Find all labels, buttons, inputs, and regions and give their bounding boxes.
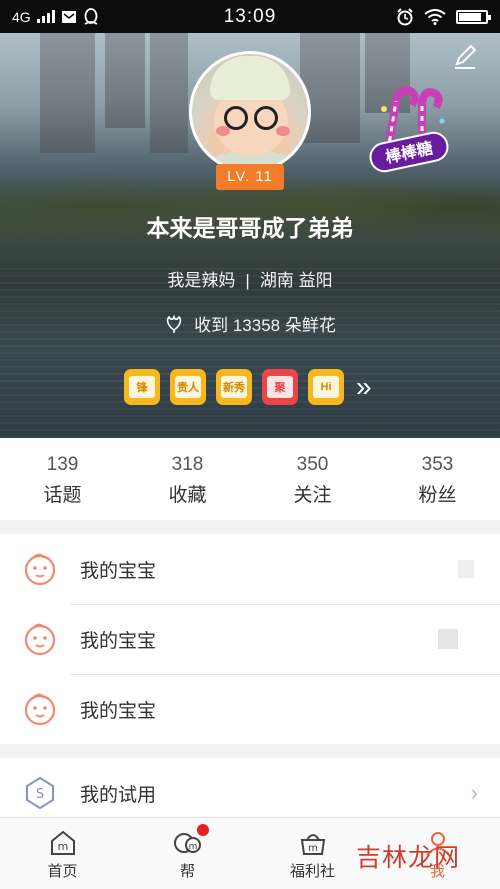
stat-label: 收藏 — [168, 485, 207, 506]
clock: 13:09 — [223, 5, 277, 27]
profile-header: LV. 11 棒棒糖 本来是哥哥成了弟弟 我是辣妈 | 湖南 益阳 收到 13358… — [0, 33, 500, 438]
background-building — [105, 33, 145, 128]
notification-dot — [197, 824, 209, 836]
baby-face-icon — [24, 553, 56, 586]
badge-guiren[interactable]: 贵人 — [170, 369, 206, 405]
flowers-received[interactable]: 收到 13358 朵鲜花 — [0, 311, 500, 336]
tab-label: 福利社 — [289, 863, 335, 880]
stat-count: 139 — [46, 454, 79, 475]
flowers-text: 收到 13358 朵鲜花 — [194, 316, 336, 335]
watermark: 吉林龙网 — [355, 843, 460, 872]
tab-label: 首页 — [47, 863, 78, 880]
list-item-label: 我的宝宝 — [80, 700, 157, 722]
list-item-label: 我的试用 — [80, 784, 157, 806]
row-marker — [458, 560, 474, 578]
qq-icon — [84, 7, 98, 25]
mail-icon — [61, 10, 76, 23]
list-item-baby[interactable]: 我的宝宝 — [0, 534, 500, 604]
avatar[interactable] — [189, 51, 311, 173]
stat-topics[interactable]: 139 话题 — [0, 438, 125, 520]
svg-text:m: m — [308, 843, 318, 854]
user-location: 湖南 益阳 — [259, 271, 333, 290]
tab-label: 帮 — [179, 863, 195, 880]
flower-icon — [166, 313, 182, 333]
stat-favorites[interactable]: 318 收藏 — [125, 438, 250, 520]
info-separator: | — [245, 271, 250, 290]
svg-text:S: S — [36, 787, 44, 802]
stat-label: 粉丝 — [418, 485, 457, 506]
tab-home[interactable]: m 首页 — [0, 818, 125, 889]
stat-followers[interactable]: 353 粉丝 — [375, 438, 500, 520]
stat-following[interactable]: 350 关注 — [250, 438, 375, 520]
level-badge: LV. 11 — [216, 164, 284, 190]
badge-ju[interactable]: 聚 — [262, 369, 298, 405]
list-item-baby[interactable]: 我的宝宝 — [0, 604, 500, 674]
stat-count: 353 — [421, 454, 454, 475]
badge-xinxiu[interactable]: 新秀 — [216, 369, 252, 405]
stat-label: 关注 — [293, 485, 332, 506]
list-item-label: 我的宝宝 — [80, 560, 157, 582]
svg-text:m: m — [188, 842, 197, 852]
badge-feng[interactable]: 锋 — [124, 369, 160, 405]
status-bar: 4G 13:09 — [0, 0, 500, 33]
edit-pencil-icon[interactable] — [450, 41, 480, 71]
network-type: 4G — [12, 8, 31, 25]
stat-count: 318 — [171, 454, 204, 475]
svg-text:m: m — [57, 840, 68, 853]
list-item-label: 我的宝宝 — [80, 630, 157, 652]
badge-hi[interactable]: Hi — [308, 369, 344, 405]
chevron-right-icon: › — [470, 780, 478, 805]
nickname: 本来是哥哥成了弟弟 — [146, 215, 354, 241]
background-building — [150, 33, 188, 153]
signal-icon — [36, 10, 55, 23]
battery-icon — [456, 9, 491, 24]
user-subinfo: 我是辣妈 | 湖南 益阳 — [0, 266, 500, 291]
stats-bar: 139 话题 318 收藏 350 关注 353 粉丝 — [0, 438, 500, 520]
stat-count: 350 — [296, 454, 329, 475]
user-role: 我是辣妈 — [167, 271, 236, 290]
baby-face-icon — [24, 623, 56, 656]
trial-badge-icon: S — [26, 776, 54, 810]
baby-face-icon — [24, 693, 56, 726]
background-building — [40, 33, 95, 153]
list-item-baby[interactable]: 我的宝宝 — [0, 674, 500, 744]
basket-icon: m — [300, 834, 325, 855]
wifi-icon — [424, 8, 446, 25]
stat-label: 话题 — [43, 485, 82, 506]
baby-list: 我的宝宝 我的宝宝 我的宝宝 — [0, 534, 500, 744]
more-badges-icon[interactable]: » — [356, 369, 372, 405]
alarm-icon — [397, 7, 413, 25]
tab-help[interactable]: m 帮 — [125, 818, 250, 889]
badge-row: 锋 贵人 新秀 聚 Hi » — [124, 369, 372, 405]
row-marker — [438, 629, 458, 649]
home-icon: m — [50, 830, 75, 855]
